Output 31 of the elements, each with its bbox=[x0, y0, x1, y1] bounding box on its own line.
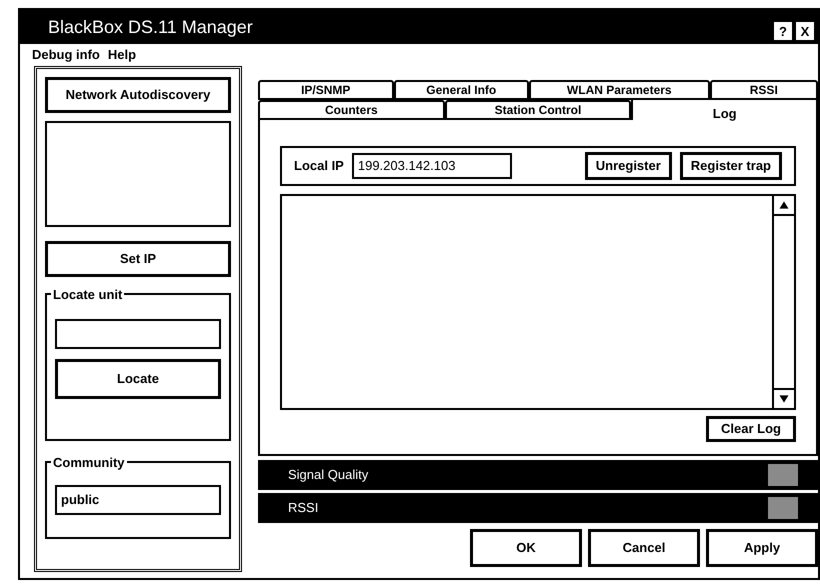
local-ip-field[interactable]: 199.203.142.103 bbox=[352, 153, 512, 179]
menu-item[interactable]: Debug info bbox=[32, 45, 100, 65]
tab[interactable]: IP/SNMP bbox=[258, 80, 394, 100]
menu-item[interactable]: Help bbox=[108, 45, 136, 65]
signal-label: Signal Quality bbox=[288, 466, 370, 484]
autodiscovery-button[interactable]: Network Autodiscovery bbox=[45, 77, 231, 113]
tab[interactable]: Counters bbox=[258, 100, 445, 120]
title-bar-button[interactable]: ? bbox=[774, 22, 792, 40]
signal-indicator bbox=[768, 497, 798, 519]
trap-button[interactable]: Unregister bbox=[584, 152, 672, 180]
clear-log-button[interactable]: Clear Log bbox=[706, 416, 796, 442]
signal-indicator bbox=[768, 464, 798, 486]
dialog-button[interactable]: Apply bbox=[706, 529, 818, 567]
scrollbar[interactable] bbox=[772, 196, 794, 408]
locate-button[interactable]: Locate bbox=[55, 359, 221, 399]
tab[interactable]: General Info bbox=[394, 80, 529, 100]
set-ip-button[interactable]: Set IP bbox=[45, 241, 231, 277]
trap-button[interactable]: Register trap bbox=[680, 152, 782, 180]
window-title: BlackBox DS.11 Manager bbox=[48, 16, 254, 39]
tab[interactable]: Station Control bbox=[444, 100, 632, 120]
tab[interactable]: Log bbox=[631, 98, 818, 120]
community-field[interactable]: public bbox=[55, 485, 221, 515]
dialog-button[interactable]: Cancel bbox=[588, 529, 700, 567]
dialog-button[interactable]: OK bbox=[470, 529, 582, 567]
local-ip-label: Local IP bbox=[294, 157, 344, 176]
signal-label: RSSI bbox=[288, 499, 320, 518]
title-bar-button[interactable]: X bbox=[796, 22, 814, 40]
locate-input[interactable] bbox=[55, 319, 221, 349]
device-list[interactable] bbox=[45, 121, 231, 227]
tab[interactable]: WLAN Parameters bbox=[529, 80, 710, 100]
log-area[interactable] bbox=[280, 194, 796, 410]
